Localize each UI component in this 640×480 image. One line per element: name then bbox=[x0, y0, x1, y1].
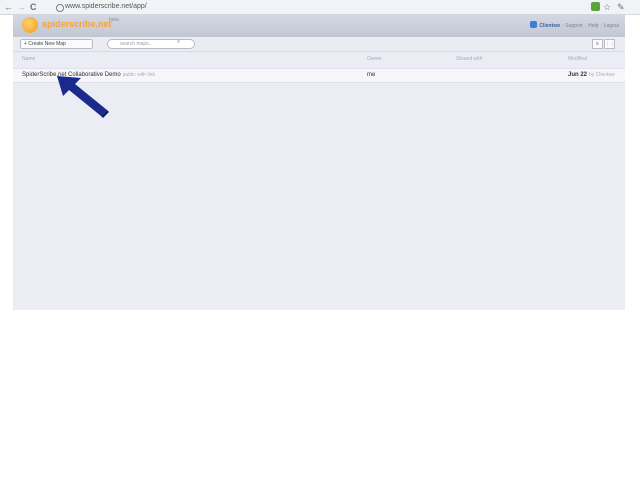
map-toolbar: + Create New Map search maps... ⌕ ≡ ⋮⋮ bbox=[13, 37, 625, 52]
app-header: spiderscribe.net beta Clientsw | Support | H… bbox=[13, 14, 625, 37]
pointer-arrow-icon bbox=[57, 76, 109, 118]
help-link[interactable]: Help bbox=[588, 23, 598, 29]
forward-arrow-icon[interactable]: → bbox=[17, 1, 26, 13]
visibility-label: public with link bbox=[122, 72, 155, 78]
browser-toolbar: ← → C www.spiderscribe.net/app/ ☆ ✎ bbox=[0, 0, 640, 15]
list-view-icon[interactable]: ≡ bbox=[592, 39, 603, 49]
facebook-icon bbox=[530, 21, 538, 28]
support-link[interactable]: Support bbox=[565, 23, 583, 29]
beta-badge: beta bbox=[109, 17, 119, 23]
column-header-shared[interactable]: Shared with bbox=[456, 56, 482, 62]
wrench-icon[interactable]: ✎ bbox=[617, 1, 625, 13]
logout-link[interactable]: Logout bbox=[604, 23, 619, 29]
username-link[interactable]: Clientsw bbox=[539, 23, 560, 29]
modified-by: by Clientsw bbox=[589, 72, 615, 78]
header-links: Clientsw | Support | Help | Logout bbox=[530, 21, 619, 29]
column-header-name[interactable]: Name bbox=[22, 56, 35, 62]
create-new-map-button[interactable]: + Create New Map bbox=[20, 39, 93, 49]
owner-cell: me bbox=[367, 72, 376, 78]
spider-logo-icon[interactable] bbox=[22, 17, 38, 33]
extension-icon[interactable] bbox=[591, 2, 600, 11]
search-icon[interactable]: ⌕ bbox=[177, 39, 621, 46]
star-icon[interactable]: ☆ bbox=[603, 1, 611, 13]
reload-icon[interactable]: C bbox=[30, 1, 37, 13]
column-header-modified[interactable]: Modified bbox=[568, 56, 587, 62]
address-bar[interactable]: www.spiderscribe.net/app/ bbox=[51, 2, 585, 12]
back-arrow-icon[interactable]: ← bbox=[4, 1, 13, 13]
modified-date: Jun 22 bbox=[568, 72, 588, 78]
column-header-owner[interactable]: Owner bbox=[367, 56, 382, 62]
modified-cell: Jun 22 by Clientsw bbox=[568, 72, 615, 78]
logo-text[interactable]: spiderscribe.net bbox=[42, 19, 112, 29]
grid-view-icon[interactable]: ⋮⋮ bbox=[604, 39, 615, 49]
